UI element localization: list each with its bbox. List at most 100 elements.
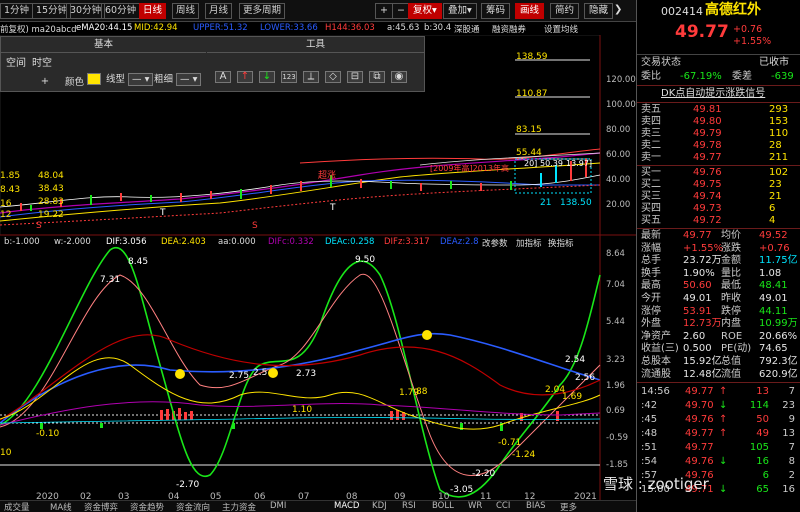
ratio-label: 委比 — [641, 71, 661, 82]
bid-label: 买三 — [641, 191, 661, 202]
signal-link[interactable]: DK点自动提示涨跌信号 — [661, 88, 765, 100]
tab-1min[interactable]: 1分钟 — [0, 3, 34, 19]
eye-icon[interactable]: ◉ — [391, 71, 407, 83]
tab-volume[interactable]: 成交量 — [4, 501, 30, 512]
color-swatch[interactable] — [87, 72, 102, 85]
tab-macd[interactable]: MACD — [334, 501, 359, 511]
axis-tick: 40.00 — [606, 175, 631, 185]
color-control[interactable]: 颜色 — [65, 72, 102, 88]
tab-60min[interactable]: 60分钟 — [101, 3, 141, 19]
tab-fund-game[interactable]: 资金博弈 — [84, 501, 118, 512]
ask-row: 卖三 49.79 110 — [637, 128, 800, 140]
tab-30min[interactable]: 30分钟 — [66, 3, 106, 19]
tab-weekly[interactable]: 周线 — [172, 3, 200, 19]
tick-time: :51 — [641, 442, 658, 453]
set-ma-link[interactable]: 设置均线 — [544, 23, 578, 35]
tick-volume: 114 — [749, 400, 769, 411]
tab-ma[interactable]: MA线 — [50, 501, 72, 512]
value-label: -0.10 — [36, 429, 60, 439]
stat-value: 620.9亿 — [759, 368, 798, 380]
copy-icon[interactable]: ⧉ — [369, 71, 385, 83]
ask-row: 卖二 49.78 28 — [637, 140, 800, 152]
tick-row: :54 49.76 ↓ 16 8 — [637, 456, 800, 468]
ema20-value: eMA20:44.15 — [76, 23, 133, 33]
stat-value: 0.500 — [683, 343, 712, 355]
chart-annotation: 138.5 — [560, 198, 586, 208]
tab-boll[interactable]: BOLL — [432, 501, 454, 511]
hide-button[interactable]: 隐藏 — [584, 3, 614, 19]
down-arrow-icon[interactable]: ↓ — [259, 71, 275, 83]
bid-label: 买二 — [641, 179, 661, 190]
stat-value: 2.60 — [683, 330, 706, 342]
diff-value: -639 — [771, 71, 794, 82]
bid-price: 49.73 — [693, 203, 722, 214]
bid-price: 49.72 — [693, 215, 722, 226]
draw-line-button[interactable]: 画线 — [515, 3, 545, 19]
line-tool-icon[interactable]: ⟂ — [303, 71, 319, 83]
tab-main-fund[interactable]: 主力资金 — [222, 501, 256, 512]
tab-rsi[interactable]: RSI — [402, 501, 416, 511]
plus-icon[interactable]: + — [39, 75, 51, 91]
dea-value: DEA:2.403 — [161, 237, 206, 247]
chart-annotation: 0 — [586, 198, 592, 208]
collapse-icon[interactable]: ❯ — [614, 4, 622, 15]
stat-label: 最新 — [641, 230, 661, 241]
zoom-in-button[interactable]: + — [375, 3, 393, 19]
ask-price: 49.79 — [693, 128, 722, 139]
linetype-control[interactable]: 线型 — ▾ — [106, 72, 154, 88]
thickness-control[interactable]: 粗细 — ▾ — [154, 72, 202, 88]
spacetime-tool[interactable]: 时空 — [29, 57, 55, 73]
stat-label: 均价 — [721, 230, 741, 241]
margin-link[interactable]: 融资融券 — [492, 23, 526, 35]
price-label: 12 — [0, 210, 12, 220]
simple-button[interactable]: 简约 — [550, 3, 580, 19]
tab-more[interactable]: 更多 — [560, 501, 577, 512]
tab-monthly[interactable]: 月线 — [205, 3, 233, 19]
overlay-button[interactable]: 叠加▾ — [443, 3, 477, 19]
tab-daily[interactable]: 日线 — [139, 3, 167, 19]
tick-arrow: ↑ — [719, 428, 728, 439]
change-params-link[interactable]: 改参数 — [482, 237, 508, 249]
tab-more-periods[interactable]: 更多周期 — [239, 3, 286, 19]
ask-price: 49.78 — [693, 140, 722, 151]
tick-time: :48 — [641, 428, 658, 439]
linetype-select[interactable]: — ▾ — [128, 72, 154, 86]
tab-wr[interactable]: WR — [468, 501, 482, 511]
stat-row: 外盘 12.73万 内盘 10.99万 — [637, 318, 800, 330]
tab-fund-trend[interactable]: 资金趋势 — [130, 501, 164, 512]
stat-value: 49.52 — [759, 230, 788, 241]
swap-indicator-link[interactable]: 换指标 — [548, 237, 574, 249]
up-arrow-icon[interactable]: ↑ — [237, 71, 253, 83]
chips-button[interactable]: 筹码 — [481, 3, 511, 19]
fuquan-button[interactable]: 复权▾ — [408, 3, 442, 19]
space-tool[interactable]: 空间 — [3, 57, 29, 73]
stat-row: 最高 50.60 最低 48.41 — [637, 280, 800, 292]
chart-annotation: 20] — [524, 159, 538, 168]
tick-time: 14:56 — [641, 386, 670, 397]
text-tool-icon[interactable]: A — [215, 71, 231, 83]
difz-value: DIFz:3.317 — [384, 237, 430, 247]
thickness-select[interactable]: — ▾ — [176, 72, 202, 86]
eraser-icon[interactable]: ◇ — [325, 71, 341, 83]
number-tool-icon[interactable]: 123 — [281, 71, 297, 83]
tab-dmi[interactable]: DMI — [270, 501, 286, 511]
drawing-toolbar: 基本 工具 空间 时空 + 颜色 线型 — ▾ 粗细 — ▾ A ↑ ↓ 123… — [0, 36, 425, 92]
tab-bias[interactable]: BIAS — [526, 501, 546, 511]
bid-label: 买四 — [641, 203, 661, 214]
tab-cci[interactable]: CCI — [496, 501, 510, 511]
bid-price: 49.75 — [693, 179, 722, 190]
delete-icon[interactable]: ⊟ — [347, 71, 363, 83]
tick-price: 49.77 — [685, 428, 714, 439]
add-indicator-link[interactable]: 加指标 — [516, 237, 542, 249]
ask-row: 卖五 49.81 293 — [637, 104, 800, 116]
price-change: +0.76 — [733, 24, 763, 35]
deep-connect-link[interactable]: 深股通 — [454, 23, 480, 35]
chart-annotation: 13.97] — [566, 159, 593, 168]
value-label: 88 — [416, 387, 428, 397]
stat-label: 涨停 — [641, 305, 661, 317]
tab-kdj[interactable]: KDJ — [372, 501, 387, 511]
value-label: 2.54 — [565, 355, 586, 365]
difc-value: DIFc:0.332 — [268, 237, 314, 247]
signal-marker: T — [330, 203, 336, 213]
tab-fund-flow[interactable]: 资金流向 — [176, 501, 210, 512]
